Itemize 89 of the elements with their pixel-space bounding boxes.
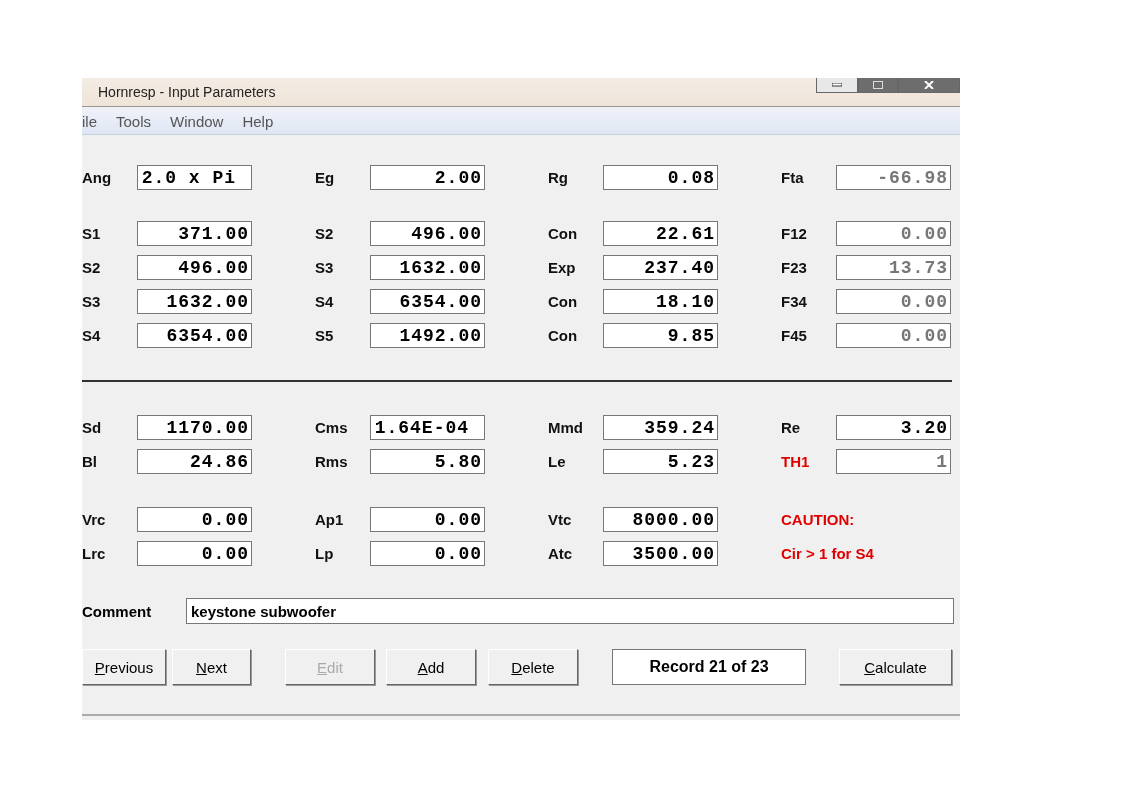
input-field[interactable]: 0.00 (136, 507, 252, 532)
field-label: F34 (781, 293, 808, 310)
nav-button[interactable]: Add (386, 649, 476, 685)
field-label: Rg (548, 169, 569, 186)
field-label: Re (781, 419, 802, 436)
menu-item[interactable]: Help (242, 113, 274, 130)
window-title: Hornresp - Input Parameters (98, 84, 276, 100)
field-label: TH1 (781, 453, 811, 470)
input-field[interactable]: 8000.00 (602, 507, 718, 532)
field-label: Vtc (548, 511, 573, 528)
field-label: S2 (315, 225, 335, 242)
comment-label: Comment (82, 602, 153, 620)
input-field[interactable]: 1632.00 (369, 255, 485, 280)
close-icon (924, 81, 934, 89)
input-field[interactable]: 13.73 (835, 255, 951, 280)
input-field[interactable]: 2.0 x Pi (136, 165, 252, 190)
maximize-button[interactable] (858, 78, 898, 93)
minimize-button[interactable] (816, 78, 858, 93)
input-field[interactable]: 5.80 (369, 449, 485, 474)
field-label: Mmd (548, 419, 584, 436)
input-field[interactable]: 0.00 (835, 289, 951, 314)
field-label: S4 (315, 293, 335, 310)
input-field[interactable]: 9.85 (602, 323, 718, 348)
record-counter: Record 21 of 23 (612, 649, 806, 685)
minimize-icon (832, 83, 842, 87)
field-label: Fta (781, 169, 805, 186)
calculate-button[interactable]: Calculate (839, 649, 952, 685)
input-field[interactable]: 1 (835, 449, 951, 474)
input-field[interactable]: 359.24 (602, 415, 718, 440)
field-label: S3 (82, 293, 102, 310)
field-label: S1 (82, 225, 102, 242)
field-label: Cms (315, 419, 349, 436)
input-field[interactable]: 18.10 (602, 289, 718, 314)
field-label: Con (548, 293, 579, 310)
field-label: Atc (548, 545, 574, 562)
input-field[interactable]: 496.00 (136, 255, 252, 280)
input-field[interactable]: 1492.00 (369, 323, 485, 348)
nav-button[interactable]: Next (172, 649, 251, 685)
input-field[interactable]: 6354.00 (369, 289, 485, 314)
input-field[interactable]: 6354.00 (136, 323, 252, 348)
field-label: Con (548, 225, 579, 242)
field-label: F23 (781, 259, 808, 276)
input-field[interactable]: 0.00 (369, 507, 485, 532)
input-field[interactable]: 1.64E-04 (369, 415, 485, 440)
field-label: Lp (315, 545, 335, 562)
input-field[interactable]: 1632.00 (136, 289, 252, 314)
menu-item[interactable]: Tools (116, 113, 152, 130)
field-label: Lrc (82, 545, 107, 562)
field-label: Vrc (82, 511, 107, 528)
menu-item[interactable]: Window (170, 113, 224, 130)
input-field[interactable]: 1170.00 (136, 415, 252, 440)
caution-text: Cir > 1 for S4 (781, 545, 874, 562)
input-field[interactable]: 0.00 (835, 323, 951, 348)
close-button[interactable] (898, 78, 960, 93)
field-label: S5 (315, 327, 335, 344)
nav-button[interactable]: Delete (488, 649, 578, 685)
comment-field[interactable]: keystone subwoofer (186, 598, 954, 624)
field-label: Exp (548, 259, 577, 276)
field-label: S3 (315, 259, 335, 276)
field-label: S4 (82, 327, 102, 344)
input-field[interactable]: 22.61 (602, 221, 718, 246)
field-label: Ap1 (315, 511, 345, 528)
field-label: Ang (82, 169, 113, 186)
field-label: S2 (82, 259, 102, 276)
input-field[interactable]: 0.00 (369, 541, 485, 566)
caution-text: CAUTION: (781, 511, 855, 528)
field-label: Le (548, 453, 567, 470)
field-label: Bl (82, 453, 98, 470)
input-field[interactable]: 3.20 (835, 415, 951, 440)
input-field[interactable]: -66.98 (835, 165, 951, 190)
input-field[interactable]: 237.40 (602, 255, 718, 280)
input-field[interactable]: 0.00 (136, 541, 252, 566)
input-field[interactable]: 496.00 (369, 221, 485, 246)
field-label: F45 (781, 327, 808, 344)
input-field[interactable]: 371.00 (136, 221, 252, 246)
field-label: Eg (315, 169, 336, 186)
field-label: F12 (781, 225, 808, 242)
field-label: Con (548, 327, 579, 344)
field-label: Sd (82, 419, 103, 436)
nav-button[interactable]: Previous (82, 649, 166, 685)
input-field[interactable]: 2.00 (369, 165, 485, 190)
maximize-icon (873, 81, 883, 89)
input-field[interactable]: 0.08 (602, 165, 718, 190)
input-field[interactable]: 0.00 (835, 221, 951, 246)
input-field[interactable]: 5.23 (602, 449, 718, 474)
menu-item[interactable]: ile (82, 113, 97, 130)
field-label: Rms (315, 453, 349, 470)
input-field[interactable]: 24.86 (136, 449, 252, 474)
input-field[interactable]: 3500.00 (602, 541, 718, 566)
